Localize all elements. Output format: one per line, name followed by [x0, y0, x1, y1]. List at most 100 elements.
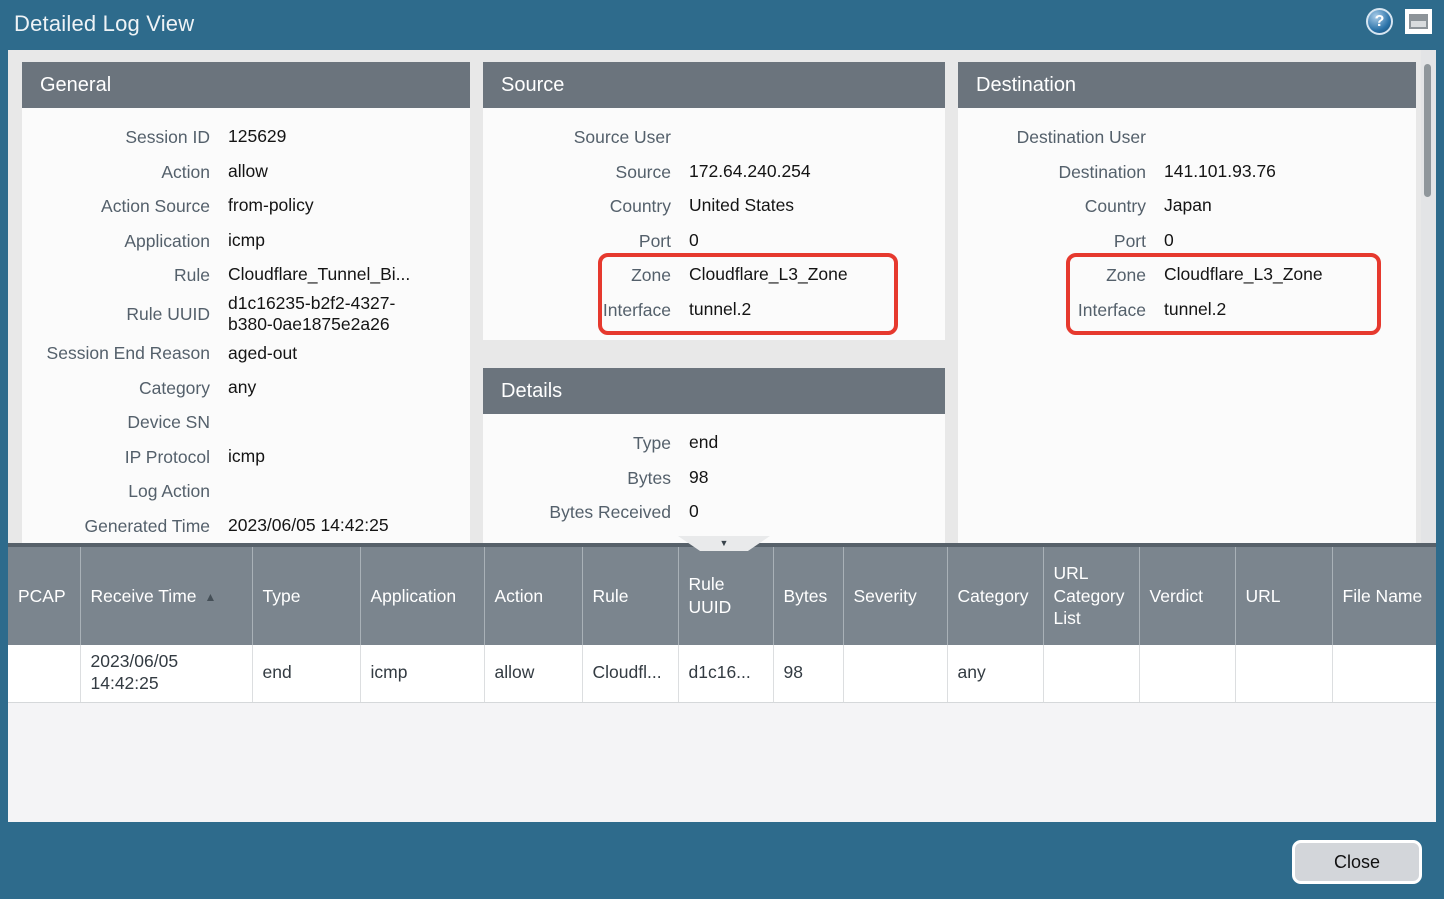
column-header-pcap[interactable]: PCAP — [8, 547, 80, 645]
column-header-file-name[interactable]: File Name — [1332, 547, 1436, 645]
general-row-action-source: Action Source from-policy — [22, 189, 470, 224]
general-row-session-end-reason: Session End Reason aged-out — [22, 336, 470, 371]
field-label: Rule — [22, 265, 228, 285]
source-row-interface: Interface tunnel.2 — [483, 293, 945, 328]
column-header-action[interactable]: Action — [484, 547, 582, 645]
field-value: 172.64.240.254 — [689, 161, 945, 183]
destination-row-country: Country Japan — [958, 189, 1416, 224]
field-label: Log Action — [22, 481, 228, 501]
cell-verdict — [1139, 645, 1235, 702]
field-label: Country — [958, 196, 1164, 216]
log-table-row[interactable]: 2023/06/05 14:42:25 end icmp allow Cloud… — [8, 645, 1436, 702]
column-header-rule-uuid[interactable]: Rule UUID — [678, 547, 773, 645]
field-label: Source User — [483, 127, 689, 147]
general-row-rule: Rule Cloudflare_Tunnel_Bi... — [22, 258, 470, 293]
field-value: 0 — [689, 501, 945, 523]
help-icon[interactable]: ? — [1366, 8, 1393, 35]
cell-bytes: 98 — [773, 645, 843, 702]
column-header-url-category-list[interactable]: URL Category List — [1043, 547, 1139, 645]
field-label: Bytes Received — [483, 502, 689, 522]
general-row-session-id: Session ID 125629 — [22, 120, 470, 155]
field-value: 141.101.93.76 — [1164, 161, 1416, 183]
field-label: Country — [483, 196, 689, 216]
general-panel-title: General — [22, 62, 470, 108]
cell-rule: Cloudfl... — [582, 645, 678, 702]
field-value: Cloudflare_Tunnel_Bi... — [228, 264, 470, 286]
field-value: icmp — [228, 230, 470, 252]
field-label: Bytes — [483, 468, 689, 488]
destination-row-interface: Interface tunnel.2 — [958, 293, 1416, 328]
window-icon[interactable] — [1405, 9, 1432, 34]
source-panel: Source Source User Source 172.64.240.254… — [483, 62, 945, 340]
field-label: Session ID — [22, 127, 228, 147]
window-icon-inner — [1409, 14, 1428, 29]
column-header-rule[interactable]: Rule — [582, 547, 678, 645]
column-header-receive-time[interactable]: Receive Time▲ — [80, 547, 252, 645]
source-row-zone: Zone Cloudflare_L3_Zone — [483, 258, 945, 293]
column-header-application[interactable]: Application — [360, 547, 484, 645]
field-value: tunnel.2 — [689, 299, 945, 321]
source-row-port: Port 0 — [483, 224, 945, 259]
general-row-application: Application icmp — [22, 224, 470, 259]
field-label: Destination User — [958, 127, 1164, 147]
column-header-bytes[interactable]: Bytes — [773, 547, 843, 645]
general-row-category: Category any — [22, 371, 470, 406]
field-value: 0 — [689, 230, 945, 252]
field-value: any — [228, 377, 470, 399]
field-value: 125629 — [228, 126, 470, 148]
general-row-device-sn: Device SN — [22, 405, 470, 440]
destination-row-destination: Destination 141.101.93.76 — [958, 155, 1416, 190]
log-table-header-row: PCAP Receive Time▲ Type Application Acti… — [8, 547, 1436, 645]
field-label: Interface — [483, 300, 689, 320]
field-label: Port — [483, 231, 689, 251]
field-label: Zone — [483, 265, 689, 285]
field-value: Cloudflare_L3_Zone — [1164, 264, 1416, 286]
details-panel: Details Type end Bytes 98 Bytes Received… — [483, 368, 945, 553]
column-header-category[interactable]: Category — [947, 547, 1043, 645]
destination-panel-title: Destination — [958, 62, 1416, 108]
general-row-rule-uuid: Rule UUID d1c16235-b2f2-4327-b380-0ae187… — [22, 293, 470, 337]
details-row-bytes-received: Bytes Received 0 — [483, 495, 945, 530]
cell-severity — [843, 645, 947, 702]
field-value: allow — [228, 161, 470, 183]
column-header-url[interactable]: URL — [1235, 547, 1332, 645]
field-label: IP Protocol — [22, 447, 228, 467]
field-value: aged-out — [228, 343, 470, 365]
chevron-down-icon: ▼ — [720, 539, 729, 548]
detailed-log-view-dialog: Detailed Log View ? General Session ID 1… — [0, 0, 1444, 899]
column-header-severity[interactable]: Severity — [843, 547, 947, 645]
field-label: Generated Time — [22, 516, 228, 536]
field-label: Rule UUID — [22, 304, 228, 324]
field-value: icmp — [228, 446, 470, 468]
details-row-bytes: Bytes 98 — [483, 461, 945, 496]
source-panel-title: Source — [483, 62, 945, 108]
field-value: Japan — [1164, 195, 1416, 217]
field-label: Source — [483, 162, 689, 182]
general-row-log-action: Log Action — [22, 474, 470, 509]
cell-url-category-list — [1043, 645, 1139, 702]
column-header-verdict[interactable]: Verdict — [1139, 547, 1235, 645]
field-label: Session End Reason — [22, 343, 228, 363]
destination-row-destination-user: Destination User — [958, 120, 1416, 155]
field-label: Application — [22, 231, 228, 251]
general-row-generated-time: Generated Time 2023/06/05 14:42:25 — [22, 509, 470, 544]
destination-panel: Destination Destination User Destination… — [958, 62, 1416, 567]
field-label: Category — [22, 378, 228, 398]
field-value: 2023/06/05 14:42:25 — [228, 515, 470, 537]
cell-file-name — [1332, 645, 1436, 702]
cell-application: icmp — [360, 645, 484, 702]
details-row-type: Type end — [483, 426, 945, 461]
field-label: Port — [958, 231, 1164, 251]
field-value: tunnel.2 — [1164, 299, 1416, 321]
field-value: Cloudflare_L3_Zone — [689, 264, 945, 286]
close-button[interactable]: Close — [1292, 840, 1422, 884]
source-row-country: Country United States — [483, 189, 945, 224]
log-table: PCAP Receive Time▲ Type Application Acti… — [8, 547, 1436, 703]
field-value: 0 — [1164, 230, 1416, 252]
column-header-type[interactable]: Type — [252, 547, 360, 645]
cell-pcap — [8, 645, 80, 702]
cell-url — [1235, 645, 1332, 702]
vertical-scrollbar-thumb[interactable] — [1424, 64, 1431, 197]
general-panel: General Session ID 125629 Action allow A… — [22, 62, 470, 567]
sort-asc-icon: ▲ — [205, 590, 217, 604]
